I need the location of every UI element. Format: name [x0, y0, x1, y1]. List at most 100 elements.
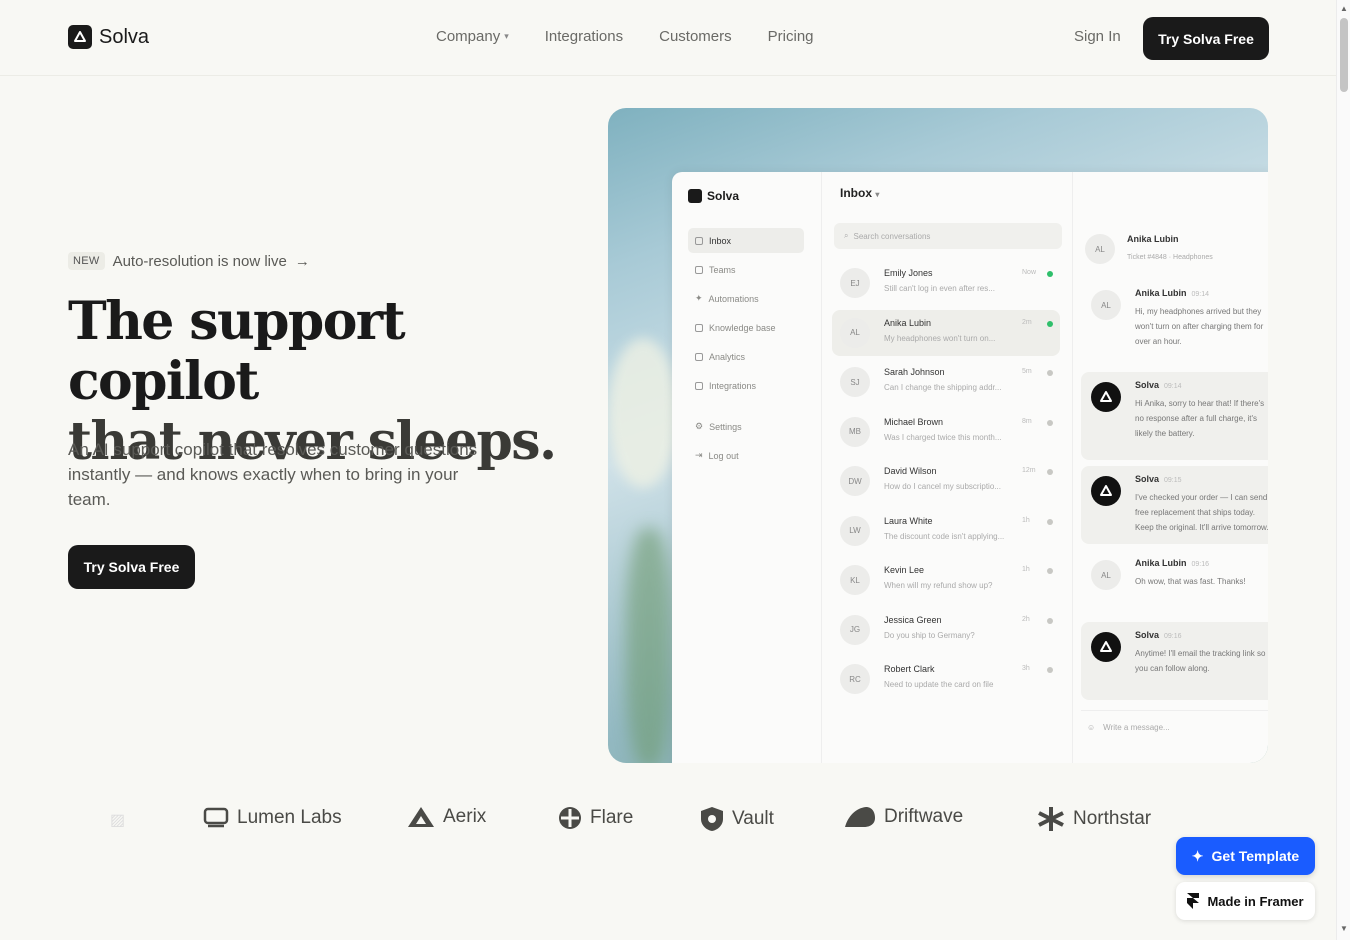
conversation-preview: Still can't log in even after res... — [884, 284, 995, 293]
conversation-time: 2m — [1022, 318, 1032, 326]
scrollbar-thumb[interactable] — [1340, 18, 1348, 92]
conversation-time: 3h — [1022, 665, 1030, 672]
app-nav-analytics[interactable]: Analytics — [688, 344, 804, 369]
scroll-down-arrow-icon[interactable]: ▼ — [1340, 924, 1348, 933]
logout-icon: ⇥ — [695, 450, 703, 460]
message-time: 09:16 — [1191, 561, 1210, 568]
conversation-preview: Do you ship to Germany? — [884, 630, 975, 640]
sign-in-link[interactable]: Sign In — [1074, 28, 1121, 45]
conversation-time: 8m — [1022, 417, 1032, 425]
conversation-item[interactable]: JG Jessica Green Do you ship to Germany? 2h — [832, 607, 1060, 653]
nav-link-integrations[interactable]: Integrations — [545, 28, 623, 45]
chart-icon — [695, 352, 703, 361]
lumen-labs-icon — [203, 807, 229, 828]
sender-name: Solva — [1135, 474, 1160, 484]
teams-icon — [695, 265, 703, 274]
nav-link-customers[interactable]: Customers — [659, 28, 732, 45]
book-icon — [695, 323, 703, 332]
app-nav-divider — [688, 402, 804, 414]
conversation-item[interactable]: SJ Sarah Johnson Can I change the shipping… — [832, 359, 1060, 405]
conversation-item[interactable]: RC Robert Clark Need to update the card on… — [832, 656, 1060, 702]
made-in-framer-badge[interactable]: Made in Framer — [1176, 882, 1315, 920]
chat-ticket-meta: Ticket #4848 · Headphones — [1127, 254, 1213, 261]
logo-vault: Vault — [700, 806, 774, 832]
conversation-time: 5m — [1022, 368, 1032, 375]
smile-icon: ☺ — [1087, 723, 1096, 732]
background-flower-blur — [608, 338, 678, 488]
avatar: AL — [1091, 290, 1121, 320]
brand-logo[interactable]: Solva — [68, 25, 149, 49]
plug-icon — [695, 381, 703, 390]
conversation-preview: Was I charged twice this month... — [884, 432, 1002, 442]
status-dot — [1047, 271, 1053, 277]
conversation-name: Emily Jones — [884, 268, 933, 278]
conversation-item[interactable]: EJ Emily Jones Still can't log in even aft… — [832, 260, 1060, 306]
avatar: RC — [840, 664, 870, 694]
product-screenshot: Solva Inbox Teams ✦ Automations Knowledge… — [608, 108, 1268, 763]
app-nav-label: Teams — [709, 264, 736, 275]
northstar-icon — [1038, 807, 1064, 831]
app-nav-inbox[interactable]: Inbox — [688, 228, 804, 253]
avatar: JG — [840, 614, 870, 645]
inbox-dropdown[interactable]: Inbox ▾ — [840, 186, 879, 200]
nav-link-pricing[interactable]: Pricing — [768, 28, 814, 45]
avatar: AL — [840, 317, 870, 348]
avatar: KL — [840, 565, 870, 595]
avatar: MB — [840, 416, 870, 447]
nav-links: Company ▾ Integrations Customers Pricing — [436, 28, 814, 45]
conversation-name: Michael Brown — [884, 416, 944, 427]
conversation-name: Laura White — [884, 515, 933, 526]
sender-name: Anika Lubin — [1135, 558, 1187, 568]
app-nav-teams[interactable]: Teams — [688, 257, 804, 282]
status-dot — [1047, 419, 1053, 426]
conversation-item[interactable]: MB Michael Brown Was I charged twice this … — [832, 409, 1060, 455]
app-nav-settings[interactable]: ⚙ Settings — [688, 414, 804, 439]
get-template-button[interactable]: ✦ Get Template — [1176, 837, 1315, 875]
status-dot — [1047, 370, 1053, 376]
chevron-down-icon: ▾ — [504, 31, 509, 41]
conversation-item[interactable]: LW Laura White The discount code isn't app… — [832, 508, 1060, 554]
app-nav-label: Knowledge base — [709, 322, 776, 333]
scroll-up-arrow-icon[interactable]: ▲ — [1340, 4, 1348, 13]
aerix-icon — [408, 807, 434, 827]
announcement-pill[interactable]: NEW Auto-resolution is now live → — [68, 252, 310, 270]
app-nav-knowledge-base[interactable]: Knowledge base — [688, 315, 804, 340]
app-nav-integrations[interactable]: Integrations — [688, 373, 804, 398]
conversation-search-input[interactable]: ⌕ Search conversations — [834, 223, 1062, 249]
app-nav-automations[interactable]: ✦ Automations — [688, 286, 804, 311]
conversation-preview: The discount code isn't applying... — [884, 531, 1005, 541]
app-nav-label: Settings — [709, 421, 742, 432]
nav-try-free-button[interactable]: Try Solva Free — [1143, 17, 1269, 60]
conversation-name: Anika Lubin — [884, 317, 932, 328]
conversation-time: 12m — [1022, 467, 1036, 474]
status-dot — [1047, 518, 1053, 525]
conversation-name: Jessica Green — [884, 614, 942, 625]
conversation-time: 1h — [1022, 516, 1030, 524]
chevron-down-icon: ▾ — [875, 190, 880, 199]
chat-panel: AL Anika Lubin Ticket #4848 · Headphones… — [1072, 172, 1268, 763]
conversation-item[interactable]: AL Anika Lubin My headphones won't turn on… — [832, 309, 1060, 356]
conversation-name: David Wilson — [884, 466, 937, 476]
page-scrollbar[interactable]: ▲ ▼ — [1336, 0, 1350, 940]
logo-aerix: Aerix — [407, 806, 486, 828]
message-time: 09:16 — [1164, 633, 1182, 640]
logo-driftwave: Driftwave — [844, 806, 963, 828]
avatar: AL — [1085, 234, 1115, 264]
nav-link-company[interactable]: Company ▾ — [436, 28, 509, 45]
app-brand-name: Solva — [707, 189, 740, 203]
conversation-name: Kevin Lee — [884, 565, 925, 575]
solva-avatar-icon — [1091, 382, 1121, 412]
status-dot — [1047, 617, 1053, 624]
logo-name: Driftwave — [884, 806, 964, 827]
inbox-title: Inbox — [840, 186, 872, 200]
message-text: I've checked your order — I can send a f… — [1135, 493, 1268, 532]
logo-name: Aerix — [443, 806, 487, 827]
conversation-item[interactable]: KL Kevin Lee When will my refund show up? 1… — [832, 557, 1060, 603]
nav-link-label: Company — [436, 28, 501, 45]
conversation-item[interactable]: DW David Wilson How do I cancel my subscri… — [832, 458, 1060, 504]
app-nav-logout[interactable]: ⇥ Log out — [688, 443, 804, 468]
message-compose-input[interactable]: ☺ Write a message... — [1081, 710, 1268, 744]
status-dot — [1047, 469, 1053, 475]
announcement-text: Auto-resolution is now live — [112, 252, 287, 270]
hero-try-free-button[interactable]: Try Solva Free — [68, 545, 195, 589]
